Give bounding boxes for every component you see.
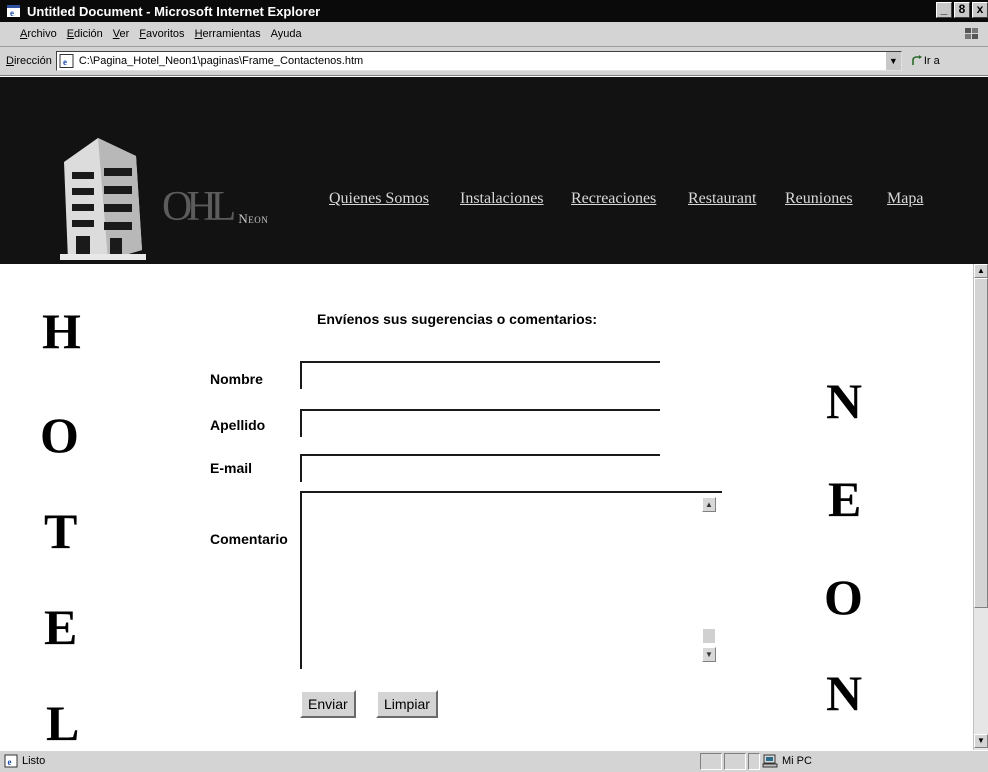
- menu-favoritos-rest: avoritos: [146, 28, 185, 40]
- side-letter-l: L: [46, 695, 80, 750]
- comentario-textarea[interactable]: ▲ ▼: [300, 491, 722, 669]
- side-letter-o: O: [40, 407, 79, 463]
- side-letter-n1: N: [826, 373, 863, 429]
- close-button[interactable]: x: [972, 2, 988, 18]
- side-letter-t: T: [44, 503, 78, 559]
- menu-herramientas-accel: H: [194, 28, 203, 40]
- menu-herramientas[interactable]: Herramientas: [195, 28, 261, 40]
- side-letter-n2: N: [826, 665, 863, 721]
- menu-edicion-rest: dición: [74, 28, 103, 40]
- side-letter-o2: O: [824, 569, 863, 625]
- go-arrow-icon: [912, 55, 922, 65]
- address-label: Dirección: [6, 55, 52, 67]
- textarea-scroll-thumb[interactable]: [703, 629, 715, 643]
- email-input[interactable]: [300, 454, 660, 482]
- enviar-button[interactable]: Enviar: [300, 690, 356, 718]
- go-label: Ir a: [923, 55, 940, 67]
- menu-favoritos[interactable]: Favoritos: [139, 28, 184, 40]
- status-panel-3: [748, 753, 760, 770]
- nav-instalaciones[interactable]: Instalaciones: [460, 190, 544, 208]
- nav-reuniones[interactable]: Reuniones: [785, 190, 853, 208]
- menu-archivo[interactable]: Archivo: [20, 28, 57, 40]
- windows-logo-icon: [962, 25, 982, 43]
- title-bar: e Untitled Document - Microsoft Internet…: [0, 0, 988, 22]
- window-controls: _ 8 x: [936, 2, 988, 18]
- menu-ver-accel: V: [112, 28, 120, 40]
- site-header: OHL Neon Quienes Somos Instalaciones Rec…: [0, 77, 988, 264]
- logo-word: Neon: [238, 211, 269, 226]
- address-label-rest: irección: [13, 55, 52, 67]
- address-bar: Dirección e C:\Pagina_Hotel_Neon1\pagina…: [0, 47, 988, 76]
- computer-icon: [762, 754, 778, 768]
- page-status-icon: e: [4, 754, 18, 768]
- limpiar-button[interactable]: Limpiar: [376, 690, 438, 718]
- site-nav: Quienes Somos Instalaciones Recreaciones…: [0, 190, 988, 212]
- svg-text:e: e: [8, 757, 12, 767]
- side-letter-e2: E: [828, 471, 862, 527]
- page-scrollbar[interactable]: ▲ ▼: [973, 264, 988, 750]
- page-scroll-thumb[interactable]: [974, 278, 988, 608]
- zone-label: Mi PC: [782, 755, 812, 767]
- menu-ver[interactable]: Ver: [113, 28, 130, 40]
- address-label-accel: D: [6, 55, 14, 67]
- status-left: e Listo: [4, 754, 45, 768]
- ie-icon: e: [6, 3, 22, 19]
- nombre-label: Nombre: [210, 371, 263, 387]
- status-bar: e Listo Mi PC: [0, 750, 988, 772]
- nombre-input[interactable]: [300, 361, 660, 389]
- nav-recreaciones[interactable]: Recreaciones: [571, 190, 656, 208]
- menu-bar: Archivo Edición Ver Favoritos Herramient…: [0, 22, 988, 47]
- page-scroll-up-icon[interactable]: ▲: [974, 264, 988, 278]
- security-zone: Mi PC: [762, 754, 812, 768]
- status-text: Listo: [22, 755, 46, 767]
- svg-text:e: e: [63, 57, 67, 67]
- nav-quienes-somos[interactable]: Quienes Somos: [329, 190, 429, 208]
- menu-edicion[interactable]: Edición: [67, 28, 103, 40]
- status-panel-1: [700, 753, 722, 770]
- address-url: C:\Pagina_Hotel_Neon1\paginas\Frame_Cont…: [78, 55, 364, 67]
- textarea-scrollbar[interactable]: ▲ ▼: [702, 497, 718, 667]
- address-input[interactable]: e C:\Pagina_Hotel_Neon1\paginas\Frame_Co…: [55, 51, 902, 71]
- minimize-button[interactable]: _: [936, 2, 952, 18]
- window-title: Untitled Document - Microsoft Internet E…: [27, 3, 321, 19]
- menu-ayuda[interactable]: Ayuda: [271, 28, 302, 40]
- page-icon: e: [59, 54, 75, 68]
- side-letter-e: E: [44, 599, 78, 655]
- menu-edicion-accel: E: [66, 28, 75, 40]
- menu-archivo-rest: rchivo: [27, 28, 57, 40]
- svg-text:e: e: [10, 8, 14, 18]
- scroll-up-icon[interactable]: ▲: [702, 497, 716, 512]
- nav-mapa[interactable]: Mapa: [887, 190, 923, 208]
- go-button[interactable]: Ir a: [910, 54, 940, 68]
- form-title: Envíenos sus sugerencias o comentarios:: [317, 311, 598, 327]
- scroll-down-icon[interactable]: ▼: [702, 647, 716, 662]
- menu-ayuda-rest: Ayuda: [270, 28, 302, 40]
- address-dropdown-button[interactable]: ▼: [884, 52, 901, 70]
- page-content: H O T E L N E O N Envíenos sus sugerenci…: [0, 264, 973, 750]
- apellido-label: Apellido: [210, 417, 266, 433]
- page-scroll-down-icon[interactable]: ▼: [974, 734, 988, 748]
- status-panel-2: [724, 753, 746, 770]
- menu-ver-rest: er: [119, 28, 130, 40]
- nav-restaurant[interactable]: Restaurant: [688, 190, 756, 208]
- side-letter-h: H: [42, 303, 81, 359]
- maximize-button[interactable]: 8: [954, 2, 970, 18]
- apellido-input[interactable]: [300, 409, 660, 437]
- email-label: E-mail: [210, 460, 253, 476]
- menu-herramientas-rest: erramientas: [202, 28, 261, 40]
- comentario-label: Comentario: [210, 531, 288, 547]
